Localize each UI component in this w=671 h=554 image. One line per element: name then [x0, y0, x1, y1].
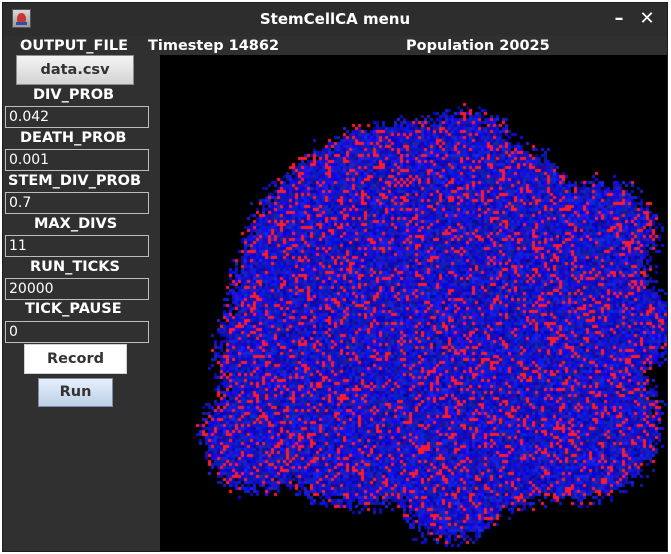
death-prob-field[interactable]: 0.001 — [5, 149, 149, 171]
run-ticks-field[interactable]: 20000 — [5, 278, 149, 300]
timestep-readout: Timestep 14862 — [148, 38, 280, 54]
population-readout: Population 20025 — [406, 38, 550, 54]
run-button[interactable]: Run — [38, 378, 113, 407]
stemcellca-window: StemCellCA menu – ✕ OUTPUT_FILE Timestep… — [2, 2, 668, 552]
max-divs-field[interactable]: 11 — [5, 235, 149, 257]
div-prob-label: DIV_PROB — [33, 87, 115, 103]
tick-pause-label: TICK_PAUSE — [25, 301, 122, 317]
record-button[interactable]: Record — [24, 344, 127, 374]
simulation-canvas — [160, 55, 667, 551]
cell-population-visualization — [160, 55, 667, 551]
tick-pause-field[interactable]: 0 — [5, 321, 149, 343]
div-prob-field[interactable]: 0.042 — [5, 106, 149, 128]
minimize-button[interactable]: – — [607, 7, 631, 31]
title-bar[interactable]: StemCellCA menu – ✕ — [3, 3, 667, 36]
output-file-label: OUTPUT_FILE — [20, 38, 128, 54]
close-button[interactable]: ✕ — [635, 7, 659, 31]
max-divs-label: MAX_DIVS — [34, 216, 118, 232]
output-file-button[interactable]: data.csv — [16, 55, 134, 85]
death-prob-label: DEATH_PROB — [20, 130, 127, 146]
run-ticks-label: RUN_TICKS — [30, 259, 120, 275]
stem-div-prob-field[interactable]: 0.7 — [5, 192, 149, 214]
window-title: StemCellCA menu — [259, 10, 411, 28]
stem-div-prob-label: STEM_DIV_PROB — [8, 173, 141, 189]
